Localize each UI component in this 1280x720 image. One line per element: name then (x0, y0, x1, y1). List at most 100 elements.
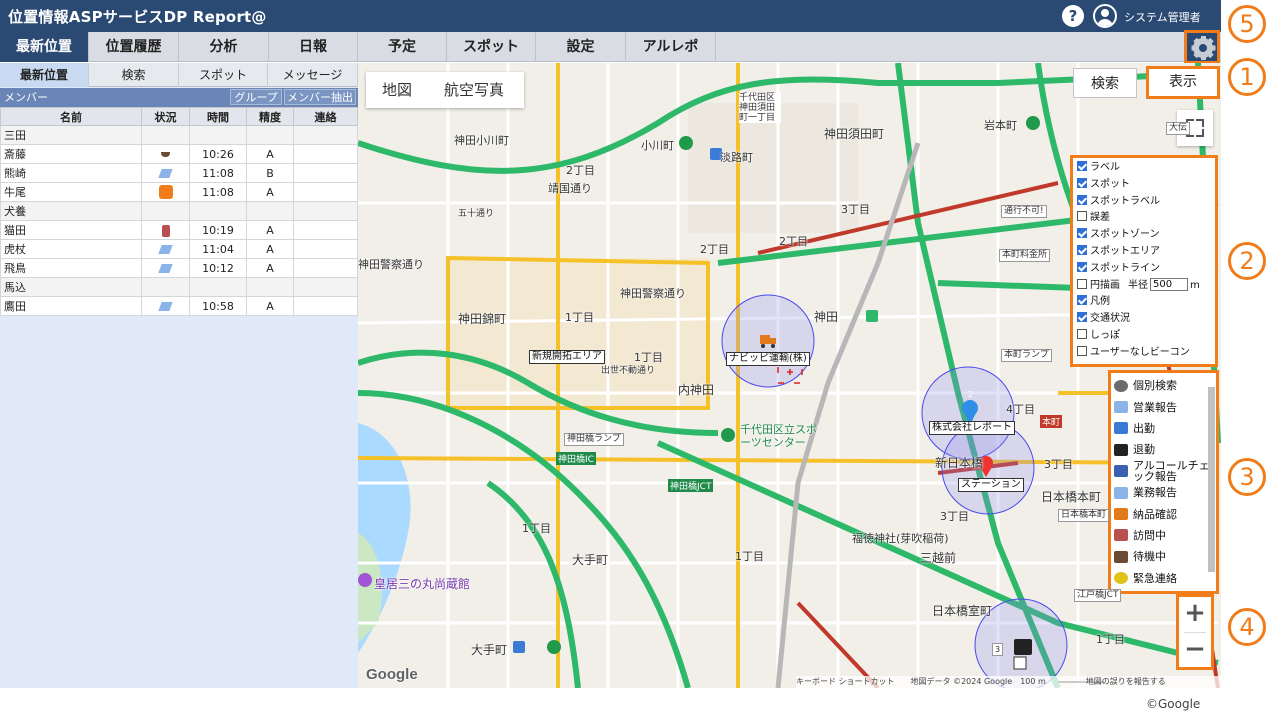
col-status[interactable]: 状況 (141, 107, 190, 126)
map-label: 日本橋本町 (1041, 490, 1102, 504)
layer-checkbox[interactable] (1077, 228, 1087, 239)
group-button[interactable]: グループ (230, 89, 282, 105)
member-group-row[interactable]: 三田 (0, 125, 358, 145)
orange-icon (158, 185, 173, 199)
member-row[interactable]: 鷹田 10:58 A (0, 296, 358, 316)
layer-checkbox[interactable] (1077, 278, 1087, 289)
member-name: 猫田 (0, 220, 142, 240)
member-precision (246, 201, 294, 221)
tab-daily-report[interactable]: 日報 (269, 32, 358, 62)
subtab-message[interactable]: メッセージ (268, 63, 358, 87)
subtab-spot[interactable]: スポット (179, 63, 268, 87)
spot-tag[interactable]: ナビッピ運輸(株) (726, 352, 810, 366)
member-time: 11:04 (189, 239, 247, 259)
layer-checkbox[interactable] (1077, 177, 1087, 188)
tab-settings[interactable]: 設定 (536, 32, 626, 62)
layer-option[interactable]: ユーザーなしビーコン (1077, 345, 1211, 362)
legend-label: 納品確認 (1133, 507, 1177, 521)
layer-option[interactable]: 誤差 (1077, 210, 1211, 227)
member-contact (293, 201, 358, 221)
layer-option[interactable]: スポット (1077, 177, 1211, 194)
layer-checkbox[interactable] (1077, 244, 1087, 255)
member-name: 牛尾 (0, 182, 142, 202)
map-search-button[interactable]: 検索 (1073, 68, 1137, 98)
map-label: 本町 (1040, 415, 1063, 428)
member-row[interactable]: 飛鳥 10:12 A (0, 258, 358, 278)
settings-gear-button[interactable] (1184, 30, 1220, 64)
member-row[interactable]: 牛尾 11:08 A (0, 182, 358, 202)
tab-alrepo[interactable]: アルレポ (626, 32, 716, 62)
layer-checkbox[interactable] (1077, 261, 1087, 272)
layer-option[interactable]: 凡例 (1077, 294, 1211, 311)
user-name[interactable]: システム管理者 (1124, 9, 1201, 25)
user-icon[interactable] (1093, 4, 1117, 28)
subtab-search[interactable]: 検索 (89, 63, 179, 87)
member-precision (246, 277, 294, 297)
legend-item: 業務報告 (1114, 482, 1213, 503)
member-row[interactable]: 斎藤 10:26 A (0, 144, 358, 164)
map-area[interactable]: 地図 航空写真 検索 表示 ラベル スポットスポットラベル 誤差 スポットゾーン スポッ… (358, 63, 1221, 688)
layer-label: スポット (1090, 178, 1130, 190)
col-name[interactable]: 名前 (0, 107, 142, 126)
legend-panel: 個別検索 営業報告 出勤 退勤 アルコールチェック報告 業務報告 納品確認 訪問中 待機中 緊急連… (1108, 370, 1219, 594)
map-type-satellite[interactable]: 航空写真 (444, 72, 504, 108)
layer-label: スポットエリア (1090, 245, 1160, 257)
layer-option[interactable]: ラベル (1077, 160, 1211, 177)
map-label: 岩本町 (984, 119, 1017, 132)
layer-option[interactable]: スポットラベル (1077, 194, 1211, 211)
member-extract-button[interactable]: メンバー抽出 (284, 89, 356, 105)
help-icon[interactable]: ? (1062, 5, 1084, 27)
member-group-row[interactable]: 馬込 (0, 277, 358, 297)
tab-spot[interactable]: スポット (447, 32, 536, 62)
member-precision: B (246, 163, 294, 183)
member-row[interactable]: 虎杖 11:04 A (0, 239, 358, 259)
layer-checkbox[interactable] (1077, 161, 1087, 171)
tab-schedule[interactable]: 予定 (358, 32, 447, 62)
member-status (141, 182, 190, 202)
tab-position-history[interactable]: 位置履歴 (89, 32, 179, 62)
spot-tag[interactable]: 株式会社レポート (929, 421, 1015, 435)
layer-checkbox[interactable] (1077, 194, 1087, 205)
col-contact[interactable]: 連絡 (293, 107, 358, 126)
layer-checkbox[interactable] (1077, 312, 1087, 323)
layer-option[interactable]: しっぽ (1077, 328, 1211, 345)
map-attribution[interactable]: キーボード ショートカット 地図データ ©2024 Google 100 m 地… (796, 676, 1221, 688)
zoom-in-button[interactable]: + (1179, 597, 1211, 632)
layer-checkbox[interactable] (1077, 295, 1087, 306)
map-label: 1丁目 (565, 311, 594, 324)
member-name: 馬込 (0, 277, 142, 297)
radius-input[interactable]: 500 (1150, 278, 1188, 292)
layer-option[interactable]: 交通状況 (1077, 311, 1211, 328)
map-type-toggle: 地図 航空写真 (366, 72, 524, 108)
legend-scrollbar[interactable] (1208, 387, 1215, 572)
member-name: 斎藤 (0, 144, 142, 164)
pen-icon (1114, 401, 1128, 414)
member-row[interactable]: 猫田 10:19 A (0, 220, 358, 240)
map-type-map[interactable]: 地図 (382, 72, 412, 108)
spot-tag[interactable]: 新規開拓エリア (529, 350, 605, 364)
subtab-latest[interactable]: 最新位置 (0, 63, 89, 87)
layer-checkbox[interactable] (1077, 345, 1087, 356)
map-display-button[interactable]: 表示 (1146, 66, 1220, 99)
tab-analysis[interactable]: 分析 (179, 32, 269, 62)
member-group-row[interactable]: 犬養 (0, 201, 358, 221)
col-precision[interactable]: 精度 (246, 107, 294, 126)
map-label: 淡路町 (720, 151, 753, 164)
member-name: 鷹田 (0, 296, 142, 316)
layer-option[interactable]: スポットライン (1077, 261, 1211, 278)
col-time[interactable]: 時間 (189, 107, 247, 126)
map-label: 千代田区神田須田町一丁目 (739, 93, 781, 123)
member-row[interactable]: 熊崎 11:08 B (0, 163, 358, 183)
layer-option[interactable]: スポットエリア (1077, 244, 1211, 261)
layer-option[interactable]: スポットゾーン (1077, 227, 1211, 244)
zoom-out-button[interactable]: − (1179, 633, 1211, 668)
layer-checkbox[interactable] (1077, 328, 1087, 339)
layer-option[interactable]: 円描画 半径 500 m (1077, 278, 1211, 295)
member-precision: A (246, 239, 294, 259)
tab-latest-position[interactable]: 最新位置 (0, 32, 89, 62)
map-box-label: 大伝 (1166, 122, 1191, 135)
member-status (141, 201, 190, 221)
layer-checkbox[interactable] (1077, 211, 1087, 222)
map-label: 3丁目 (1044, 458, 1073, 471)
spot-tag[interactable]: ステーション (958, 478, 1024, 492)
